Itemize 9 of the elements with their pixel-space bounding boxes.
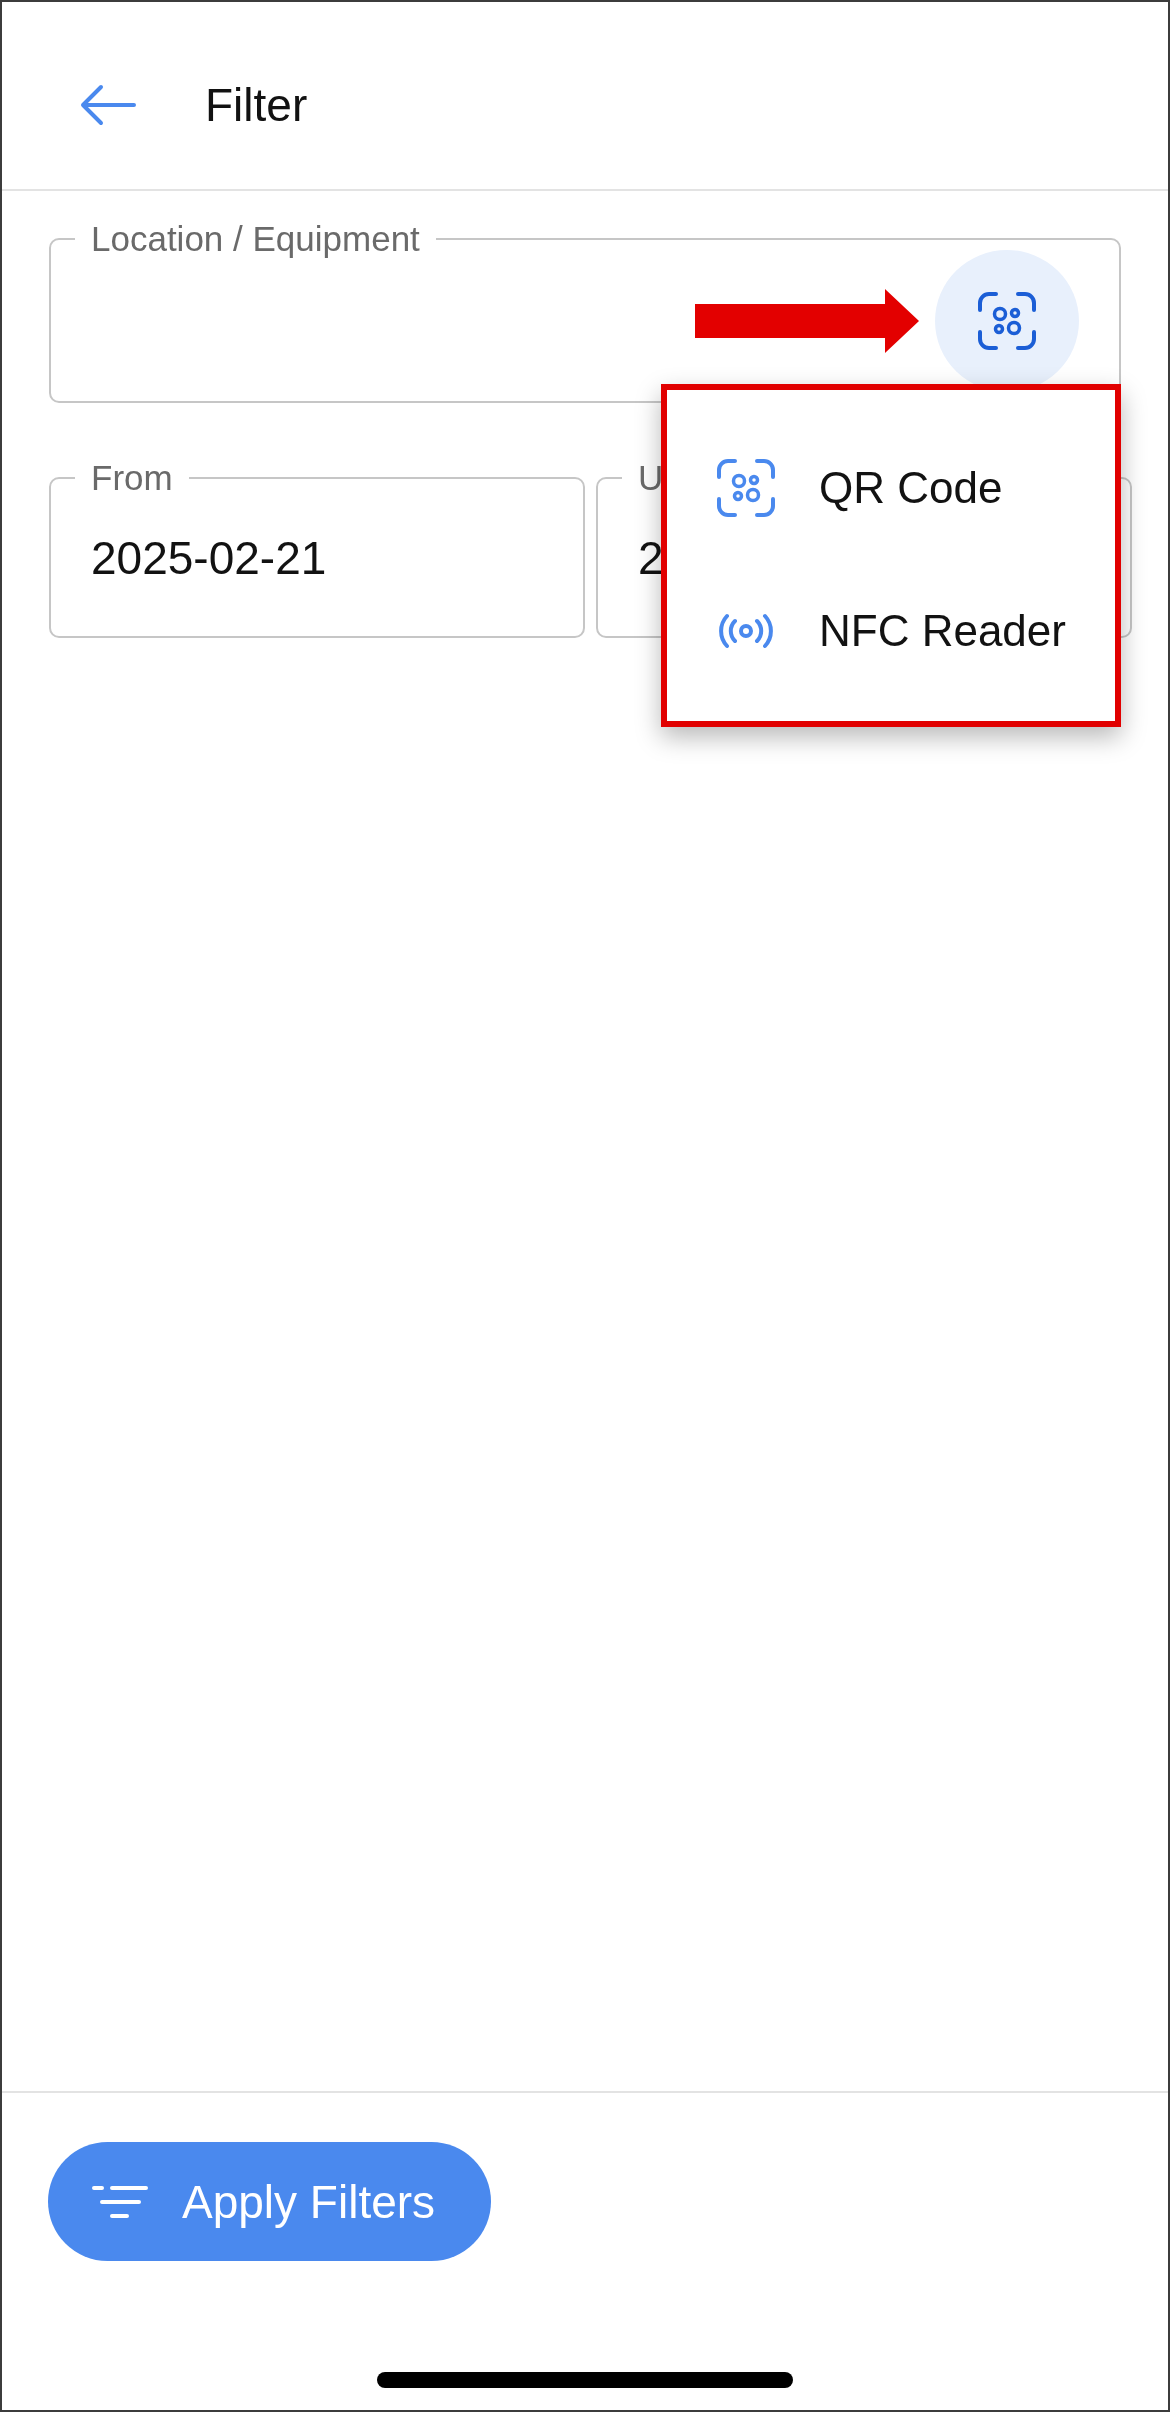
field-value: 2 xyxy=(638,530,664,585)
page-title: Filter xyxy=(205,77,308,132)
field-value: 2025-02-21 xyxy=(91,530,327,585)
qr-scan-icon xyxy=(716,457,776,518)
menu-item[interactable]: NFC Reader xyxy=(667,559,1115,702)
back-arrow-icon[interactable] xyxy=(80,83,136,126)
signal-waves-icon xyxy=(716,612,776,649)
filter-icon xyxy=(91,2184,149,2219)
qr-scan-icon xyxy=(977,290,1037,351)
